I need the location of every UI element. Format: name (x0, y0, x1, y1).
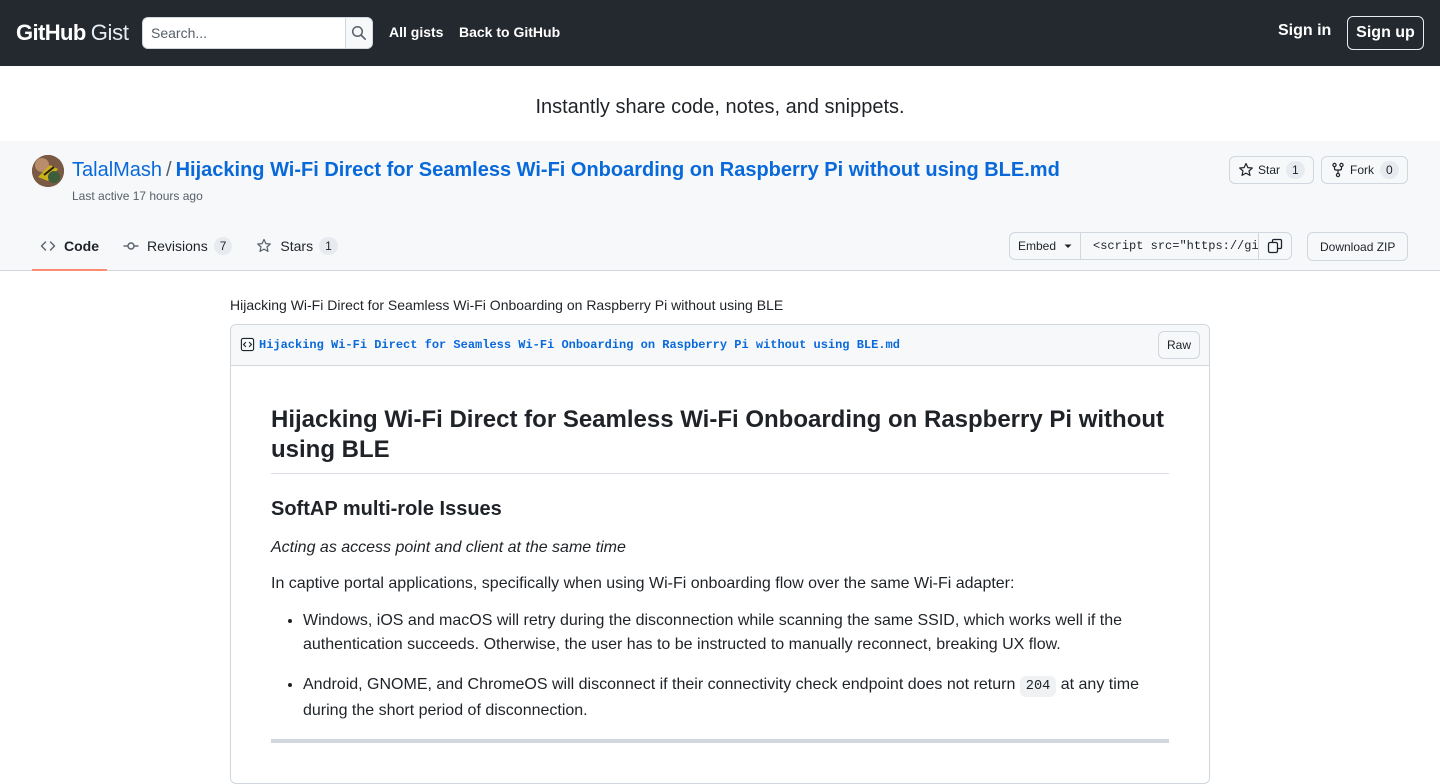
tab-stars[interactable]: Stars 1 (248, 223, 345, 269)
star-icon (257, 238, 272, 252)
star-icon (1239, 162, 1253, 176)
search-icon (351, 25, 366, 40)
fork-icon (1332, 162, 1344, 178)
gist-description: Hijacking Wi-Fi Direct for Seamless Wi-F… (230, 297, 784, 313)
tab-stars-label: Stars (280, 238, 314, 254)
commit-icon (123, 242, 139, 250)
last-active-text: Last active 17 hours ago (72, 189, 203, 203)
embed-label: Embed (1018, 239, 1057, 253)
avatar-image (32, 155, 64, 187)
tab-code[interactable]: Code (32, 223, 107, 271)
embed-group: Embed <script src="https://gist.github.c… (1009, 232, 1293, 260)
search-button[interactable] (345, 17, 373, 49)
embed-url-field[interactable]: <script src="https://gist.github.com/ (1081, 232, 1259, 260)
gist-name-link[interactable]: Hijacking Wi-Fi Direct for Seamless Wi-F… (176, 159, 1060, 181)
revisions-count: 7 (213, 237, 233, 255)
title-separator: / (166, 159, 172, 181)
list-item-text-a: Android, GNOME, and ChromeOS will discon… (303, 676, 1020, 693)
fork-count: 0 (1380, 161, 1399, 179)
raw-button[interactable]: Raw (1157, 331, 1200, 359)
markdown-heading-2: SoftAP multi-role Issues (271, 498, 502, 520)
file-code-icon (240, 337, 255, 352)
tab-revisions-label: Revisions (147, 238, 208, 254)
all-gists-link[interactable]: All gists (389, 24, 443, 40)
tab-code-label: Code (64, 238, 99, 254)
markdown-emphasis: Acting as access point and client at the… (271, 539, 626, 556)
logo-gist-text: Gist (90, 20, 129, 45)
file-header: Hijacking Wi-Fi Direct for Seamless Wi-F… (231, 325, 1209, 366)
copy-icon (1267, 238, 1283, 254)
markdown-body: Hijacking Wi-Fi Direct for Seamless Wi-F… (271, 405, 1169, 743)
sign-up-button[interactable]: Sign up (1347, 16, 1424, 50)
embed-dropdown-button[interactable]: Embed (1009, 232, 1082, 260)
gist-tabs: Code Revisions 7 Stars 1 (32, 223, 354, 271)
fork-button[interactable]: Fork 0 (1321, 156, 1408, 184)
markdown-heading-1: Hijacking Wi-Fi Direct for Seamless Wi-F… (271, 405, 1169, 474)
tagline: Instantly share code, notes, and snippet… (535, 96, 905, 118)
fork-label: Fork (1350, 163, 1374, 177)
search-box (142, 17, 373, 49)
back-to-github-link[interactable]: Back to GitHub (459, 24, 560, 40)
stars-count: 1 (319, 237, 338, 255)
search-input[interactable] (142, 17, 345, 49)
logo-github-text: GitHub (16, 20, 86, 45)
markdown-paragraph: In captive portal applications, specific… (271, 575, 1015, 592)
list-item: Android, GNOME, and ChromeOS will discon… (303, 673, 1169, 723)
code-icon (40, 241, 56, 251)
copy-button[interactable] (1258, 232, 1293, 260)
download-zip-button[interactable]: Download ZIP (1307, 232, 1409, 261)
sign-in-link[interactable]: Sign in (1278, 22, 1331, 40)
avatar[interactable] (32, 155, 64, 187)
file-name-link[interactable]: Hijacking Wi-Fi Direct for Seamless Wi-F… (259, 338, 900, 352)
inline-code: 204 (1019, 676, 1057, 697)
star-button[interactable]: Star 1 (1229, 156, 1314, 184)
github-gist-logo[interactable]: GitHub Gist (16, 20, 129, 46)
star-count: 1 (1286, 161, 1305, 179)
file-box: Hijacking Wi-Fi Direct for Seamless Wi-F… (230, 324, 1210, 784)
list-item: Windows, iOS and macOS will retry during… (303, 609, 1169, 657)
markdown-list: Windows, iOS and macOS will retry during… (271, 609, 1169, 723)
horizontal-rule (271, 739, 1169, 743)
top-navigation-bar: GitHub Gist All gists Back to GitHub Sig… (0, 0, 1440, 66)
gist-header: TalalMash / Hijacking Wi-Fi Direct for Sea… (0, 141, 1440, 271)
star-label: Star (1258, 163, 1281, 177)
owner-link[interactable]: TalalMash (72, 159, 162, 181)
triangle-down-icon (1064, 244, 1072, 248)
tab-revisions[interactable]: Revisions 7 (115, 223, 240, 269)
gist-title: TalalMash / Hijacking Wi-Fi Direct for Sea… (72, 159, 1060, 182)
